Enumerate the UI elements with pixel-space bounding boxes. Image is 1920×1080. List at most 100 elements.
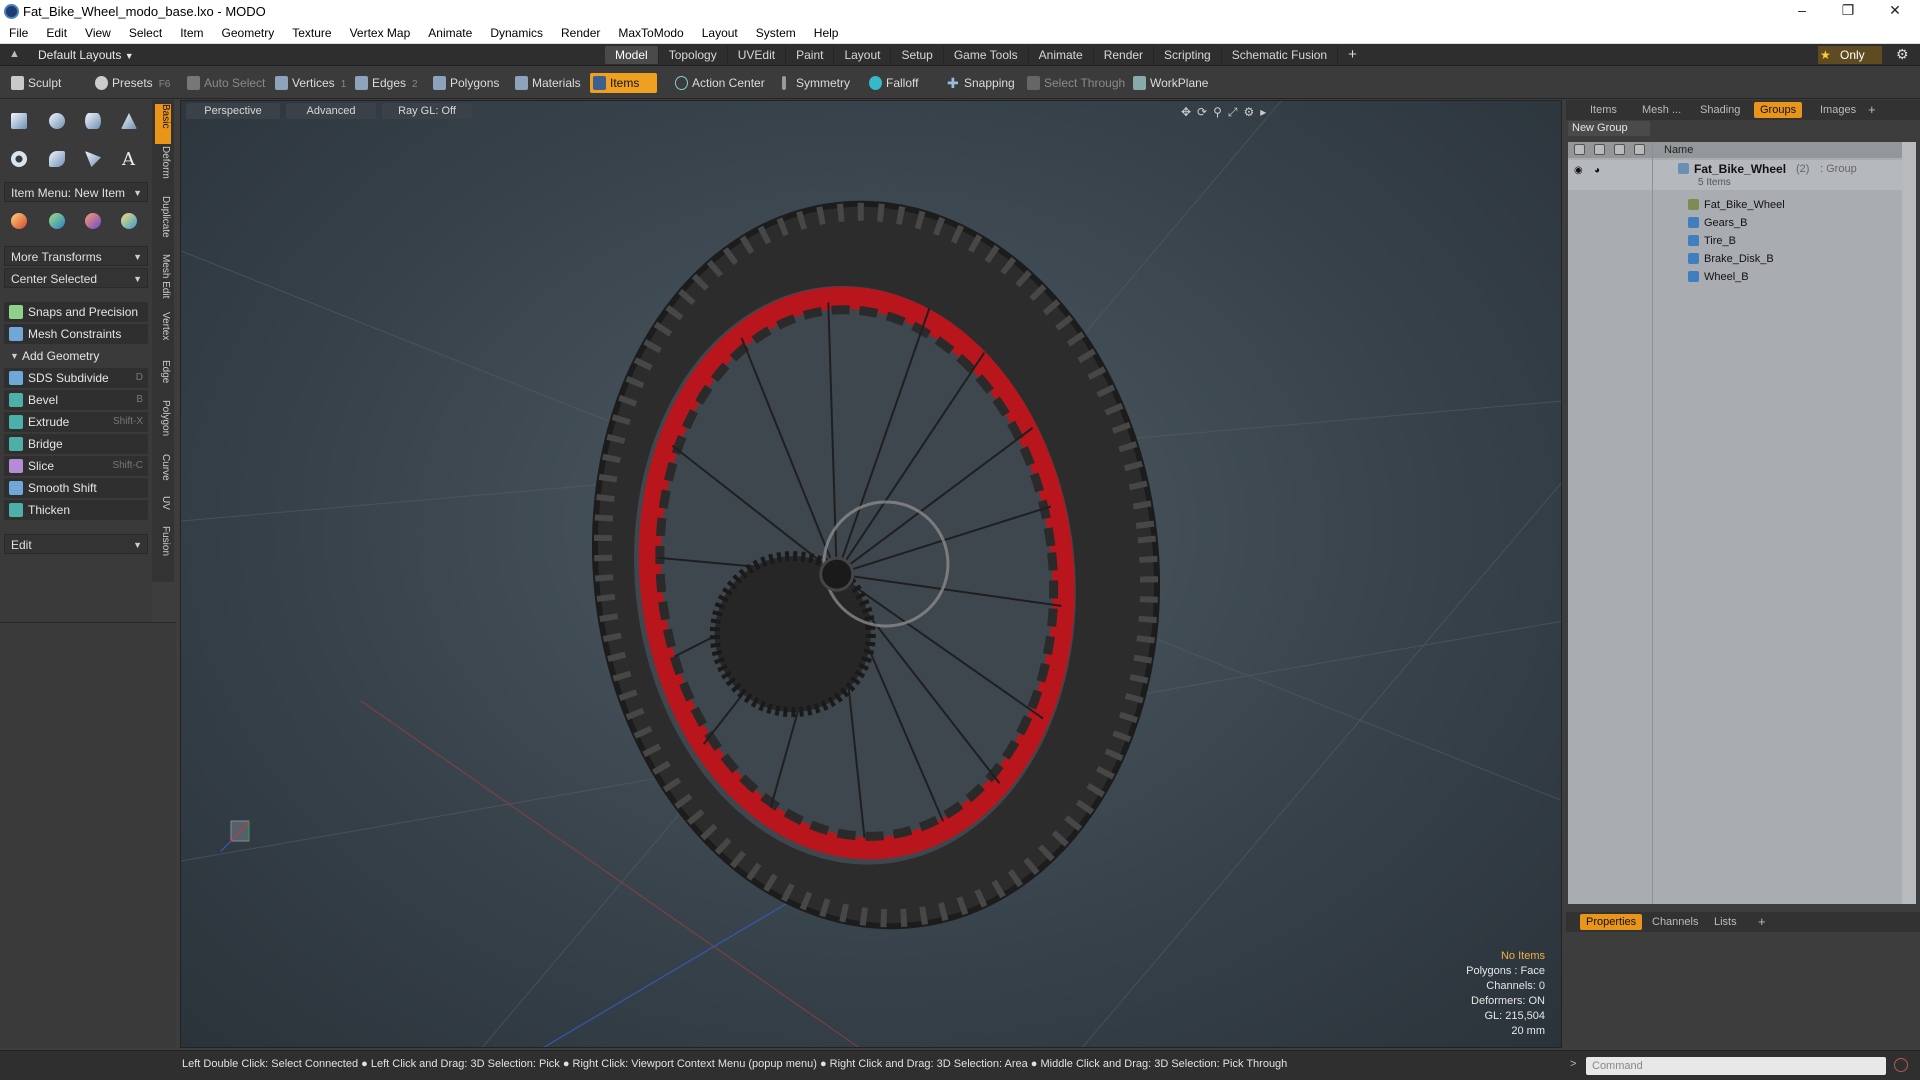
- torus-tool-button[interactable]: [4, 144, 34, 174]
- gear-icon[interactable]: ⚙: [1896, 46, 1909, 63]
- menu-maxtomodo[interactable]: MaxToModo: [609, 23, 692, 44]
- move-tool-button[interactable]: [4, 206, 34, 236]
- smooth-shift-button[interactable]: Smooth Shift: [4, 478, 148, 498]
- tab-channels[interactable]: Channels: [1646, 914, 1704, 930]
- cone-tool-button[interactable]: [114, 106, 144, 136]
- shading-mode-button[interactable]: Advanced: [286, 103, 376, 119]
- items-button[interactable]: Items: [590, 73, 658, 93]
- transform-tool-button[interactable]: [114, 206, 144, 236]
- action-center-button[interactable]: Action Center: [672, 73, 765, 93]
- workplane-button[interactable]: WorkPlane: [1130, 73, 1208, 93]
- group-child-row[interactable]: Wheel_B: [1568, 268, 1902, 286]
- visibility-column-icon[interactable]: [1574, 144, 1585, 155]
- pen-tool-button[interactable]: [78, 144, 108, 174]
- eye-icon[interactable]: ◉: [1574, 162, 1583, 180]
- cylinder-tool-button[interactable]: [78, 106, 108, 136]
- select-through-button[interactable]: Select Through: [1024, 73, 1125, 93]
- view-mode-button[interactable]: Perspective: [186, 103, 280, 119]
- name-column-header[interactable]: Name: [1664, 142, 1693, 158]
- sds-subdivide-button[interactable]: SDS Subdivide D: [4, 368, 148, 388]
- text-tool-button[interactable]: A: [114, 144, 144, 174]
- polygons-button[interactable]: Polygons: [430, 73, 499, 93]
- layout-dropdown[interactable]: Default Layouts ▼: [38, 48, 134, 62]
- tab-uv[interactable]: UV: [155, 496, 171, 518]
- sculpt-button[interactable]: Sculpt: [8, 73, 88, 93]
- lock-column-icon[interactable]: [1614, 144, 1625, 155]
- restore-icon[interactable]: ❐: [1838, 2, 1858, 19]
- presets-button[interactable]: Presets F6: [92, 73, 172, 93]
- menu-layout[interactable]: Layout: [693, 23, 747, 44]
- tab-vertex[interactable]: Vertex: [155, 312, 171, 352]
- tab-topology[interactable]: Topology: [659, 46, 728, 64]
- menu-render[interactable]: Render: [552, 23, 609, 44]
- add-tab-icon[interactable]: +: [1862, 102, 1882, 118]
- tab-schematic-fusion[interactable]: Schematic Fusion: [1222, 46, 1339, 64]
- menu-system[interactable]: System: [747, 23, 805, 44]
- symmetry-button[interactable]: Symmetry: [776, 73, 850, 93]
- auto-select-button[interactable]: Auto Select: [184, 73, 265, 93]
- tab-shading[interactable]: Shading: [1694, 102, 1746, 118]
- vertices-button[interactable]: Vertices 1: [272, 73, 346, 93]
- bevel-button[interactable]: Bevel B: [4, 390, 148, 410]
- tab-scripting[interactable]: Scripting: [1154, 46, 1222, 64]
- tab-items[interactable]: Items: [1584, 102, 1623, 118]
- tube-tool-button[interactable]: [42, 144, 72, 174]
- add-tab-icon[interactable]: +: [1752, 914, 1772, 930]
- more-transforms-dropdown[interactable]: More Transforms ▼: [4, 246, 148, 266]
- group-child-row[interactable]: Tire_B: [1568, 232, 1902, 250]
- edit-dropdown[interactable]: Edit ▼: [4, 534, 148, 554]
- center-selected-dropdown[interactable]: Center Selected ▼: [4, 268, 148, 288]
- thicken-button[interactable]: Thicken: [4, 500, 148, 520]
- group-row[interactable]: ◉ ◕ Fat_Bike_Wheel (2) : Group 5 Items: [1568, 160, 1902, 190]
- tab-model[interactable]: Model: [605, 46, 659, 64]
- add-tab-button[interactable]: +: [1338, 46, 1367, 64]
- tab-paint[interactable]: Paint: [786, 46, 835, 64]
- snapping-button[interactable]: ✚ Snapping: [944, 73, 1015, 93]
- menu-animate[interactable]: Animate: [419, 23, 481, 44]
- snaps-precision-button[interactable]: Snaps and Precision: [4, 302, 148, 322]
- tab-setup[interactable]: Setup: [891, 46, 944, 64]
- menu-geometry[interactable]: Geometry: [213, 23, 284, 44]
- menu-edit[interactable]: Edit: [37, 23, 76, 44]
- menu-select[interactable]: Select: [120, 23, 171, 44]
- menu-help[interactable]: Help: [805, 23, 848, 44]
- tab-layout[interactable]: Layout: [834, 46, 892, 64]
- tab-properties[interactable]: Properties: [1580, 914, 1643, 930]
- tab-polygon[interactable]: Polygon: [155, 400, 171, 446]
- wheel-model[interactable]: [560, 176, 1193, 955]
- new-group-button[interactable]: New Group: [1568, 121, 1650, 136]
- materials-button[interactable]: Materials: [512, 73, 581, 93]
- edges-button[interactable]: Edges 2: [352, 73, 418, 93]
- group-child-row[interactable]: Fat_Bike_Wheel: [1568, 196, 1902, 214]
- tab-animate[interactable]: Animate: [1029, 46, 1094, 64]
- mesh-constraints-button[interactable]: Mesh Constraints: [4, 324, 148, 344]
- only-toggle[interactable]: ★ Only: [1818, 46, 1882, 64]
- scale-tool-button[interactable]: [78, 206, 108, 236]
- group-child-row[interactable]: Gears_B: [1568, 214, 1902, 232]
- slice-button[interactable]: Slice Shift-C: [4, 456, 148, 476]
- tab-edge[interactable]: Edge: [155, 360, 171, 392]
- bridge-button[interactable]: Bridge: [4, 434, 148, 454]
- 3d-viewport[interactable]: ✥⟳⚲⤢⚙▸ No Items Polygons : Face Channels…: [180, 100, 1562, 1048]
- tab-basic[interactable]: Basic: [155, 104, 171, 144]
- group-child-row[interactable]: Brake_Disk_B: [1568, 250, 1902, 268]
- menu-view[interactable]: View: [76, 23, 120, 44]
- record-icon[interactable]: [1894, 1058, 1908, 1072]
- tab-curve[interactable]: Curve: [155, 454, 171, 488]
- menu-item[interactable]: Item: [171, 23, 212, 44]
- tab-uvedit[interactable]: UVEdit: [728, 46, 787, 64]
- tab-mesh-edit[interactable]: Mesh Edit: [155, 254, 171, 304]
- menu-dynamics[interactable]: Dynamics: [481, 23, 552, 44]
- item-menu-dropdown[interactable]: Item Menu: New Item ▼: [4, 182, 148, 202]
- tab-fusion[interactable]: Fusion: [155, 526, 171, 566]
- add-geometry-section[interactable]: ▼ Add Geometry: [4, 346, 148, 366]
- menu-texture[interactable]: Texture: [283, 23, 340, 44]
- tab-render[interactable]: Render: [1094, 46, 1155, 64]
- command-input[interactable]: Command: [1586, 1057, 1886, 1075]
- tab-game-tools[interactable]: Game Tools: [944, 46, 1029, 64]
- layout-expand-icon[interactable]: ▲: [9, 48, 20, 60]
- menu-vertex-map[interactable]: Vertex Map: [341, 23, 420, 44]
- menu-file[interactable]: File: [0, 23, 37, 44]
- close-icon[interactable]: ✕: [1885, 2, 1905, 19]
- extrude-button[interactable]: Extrude Shift-X: [4, 412, 148, 432]
